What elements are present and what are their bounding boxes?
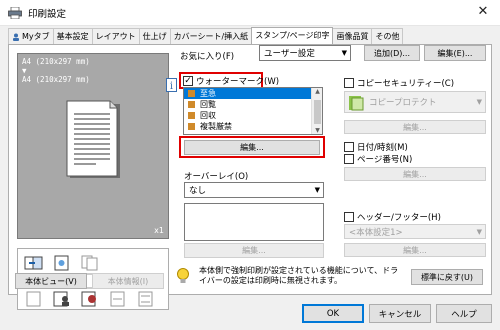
copy-security-select[interactable]: コピープロテクト ▼ [344, 91, 486, 113]
edit-favorite-button[interactable]: 編集(E)... [424, 45, 486, 61]
overlay-select[interactable]: なし ▼ [184, 182, 324, 198]
stamp-icon [188, 112, 195, 119]
tab-label: Myタブ [22, 31, 50, 41]
print-preview: A4 (210x297 mm) ▼ A4 (210x297 mm) x1 [17, 53, 169, 239]
watermark-label: ウォーターマーク(W) [196, 77, 280, 87]
list-item[interactable]: 至急 [184, 88, 322, 99]
ok-button[interactable]: OK [302, 304, 364, 323]
paper-size-info: A4 (210x297 mm) ▼ A4 (210x297 mm) [22, 57, 90, 84]
tab-stamp-page-print[interactable]: スタンプ/ページ印字 [251, 27, 334, 44]
page-number-checkbox[interactable] [344, 154, 354, 164]
stamp-icon [188, 101, 195, 108]
copy-security-value: コピープロテクト [369, 98, 437, 108]
date-time-label: 日付/時刻(M) [357, 143, 408, 153]
account-track-icon [81, 291, 96, 307]
zoom-icon [54, 255, 69, 271]
preview-scale: x1 [154, 226, 164, 235]
copy-protect-icon [349, 96, 364, 111]
page-number-label: ページ番号(N) [357, 155, 413, 165]
copy-security-checkbox[interactable] [344, 78, 354, 88]
stamp-icon [188, 123, 195, 130]
copy-security-label: コピーセキュリティー(C) [357, 79, 455, 89]
tab-finishing[interactable]: 仕上げ [138, 28, 171, 44]
header-footer-select[interactable]: <本体設定1> ▼ [344, 224, 486, 239]
overlay-label: オーバーレイ(O) [184, 172, 249, 182]
favorites-label: お気に入り(F) [180, 52, 235, 62]
copy-security-edit-button[interactable]: 編集... [344, 120, 486, 134]
restore-defaults-button[interactable]: 標準に戻す(U) [411, 269, 483, 285]
overlay-edit-button[interactable]: 編集... [184, 243, 324, 258]
overlay-value: なし [189, 186, 207, 196]
date-time-checkbox[interactable] [344, 142, 354, 152]
cancel-button[interactable]: キャンセル [369, 304, 431, 323]
favorites-value: ユーザー設定 [264, 49, 315, 59]
user-icon [13, 33, 19, 41]
list-item[interactable]: 回覧 [184, 99, 322, 110]
driver-notice-text: 本体側で強制印刷が設定されている機能について、ドライバーの設定は印刷時に無視され… [199, 266, 399, 285]
tab-basic[interactable]: 基本設定 [52, 28, 93, 44]
tab-layout[interactable]: レイアウト [91, 28, 140, 44]
device-view-button[interactable]: 本体ビュー(V) [15, 273, 87, 289]
duplex-icon [81, 255, 98, 271]
header-footer-checkbox[interactable] [344, 212, 354, 222]
collate-icon [24, 256, 43, 270]
watermark-edit-button[interactable]: 編集... [184, 140, 320, 155]
title-bar: 印刷設定 ✕ [0, 0, 500, 26]
header-footer-value: <本体設定1> [349, 227, 403, 238]
box-save-icon [138, 291, 153, 307]
scroll-down-icon[interactable]: ▼ [312, 127, 322, 134]
add-favorite-button[interactable]: 追加(D)... [364, 45, 420, 61]
window-title: 印刷設定 [28, 8, 67, 20]
header-footer-edit-button[interactable]: 編集... [344, 243, 486, 257]
tab-other[interactable]: その他 [371, 28, 404, 44]
favorites-select[interactable]: ユーザー設定 ▼ [259, 45, 351, 61]
scroll-up-icon[interactable]: ▲ [312, 88, 322, 95]
device-info-button[interactable]: 本体情報(I) [92, 273, 164, 289]
tab-cover-sheet[interactable]: カバーシート/挿入紙 [169, 28, 253, 44]
page-preview-icon [66, 100, 120, 178]
chevron-down-icon: ▼ [476, 227, 482, 236]
secure-print-icon [110, 291, 125, 307]
watermark-checkbox[interactable]: ✓ [183, 76, 193, 86]
chevron-down-icon: ▼ [341, 49, 347, 57]
tab-image-quality[interactable]: 画像品質 [332, 28, 373, 44]
tab-my-tab[interactable]: Myタブ [8, 28, 54, 44]
list-scrollbar[interactable]: ▲ ▼ [311, 88, 322, 134]
scroll-thumb[interactable] [314, 100, 321, 124]
chevron-down-icon: ▼ [314, 186, 320, 194]
list-item[interactable]: 回収 [184, 110, 322, 121]
tab-bar: Myタブ 基本設定 レイアウト 仕上げ カバーシート/挿入紙 スタンプ/ページ印… [8, 27, 404, 44]
list-item[interactable]: 複製厳禁 [184, 121, 322, 132]
overlay-list[interactable] [184, 203, 324, 241]
stamp-icon [188, 90, 195, 97]
close-button[interactable]: ✕ [466, 0, 500, 26]
auth-user-icon [53, 291, 69, 307]
lightbulb-icon [177, 268, 189, 283]
help-button[interactable]: ヘルプ [436, 304, 492, 323]
svg-text:i: i [170, 81, 173, 92]
info-icon: i [166, 78, 177, 92]
printer-icon [8, 6, 22, 19]
header-footer-label: ヘッダー/フッター(H) [357, 213, 441, 223]
chevron-down-icon: ▼ [476, 98, 482, 106]
page-number-edit-button[interactable]: 編集... [344, 167, 486, 181]
document-icon [26, 291, 41, 307]
watermark-list[interactable]: 至急 回覧 回収 複製厳禁 ▲ ▼ [183, 87, 323, 135]
